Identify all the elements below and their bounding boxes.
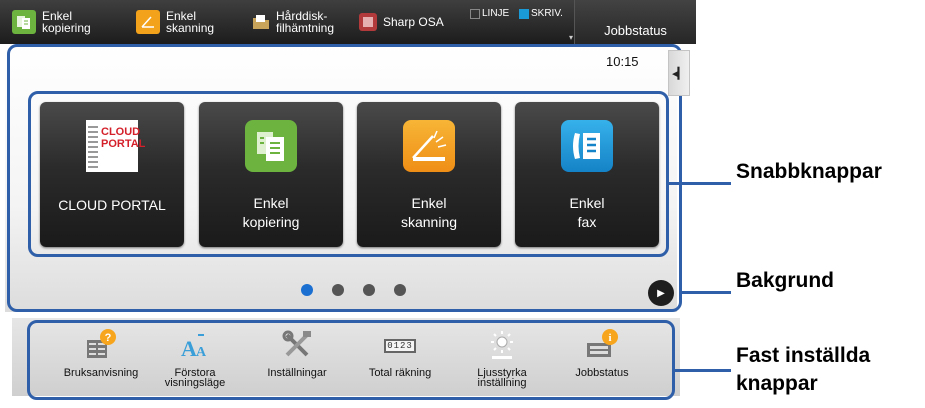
page-dot[interactable] xyxy=(301,284,313,296)
topbar-simple-copy[interactable]: Enkel kopiering xyxy=(12,0,91,44)
topbar-simple-copy-label: Enkel kopiering xyxy=(42,9,91,35)
line-indicator: LINJE xyxy=(470,8,509,19)
line-indicator-label: LINJE xyxy=(482,8,510,19)
clock: 10:15 xyxy=(606,54,639,69)
folder-icon xyxy=(252,10,270,34)
control-panel-screen: Enkel kopiering Enkel skanning Hårddisk-… xyxy=(0,0,696,408)
side-panel-toggle[interactable]: ◂▎ xyxy=(668,50,690,96)
fixed-buttons-highlight-frame xyxy=(27,320,675,400)
topbar-hdd-file-retrieval[interactable]: Hårddisk- filhämtning xyxy=(252,0,334,44)
topbar-hdd-file-retrieval-label: Hårddisk- filhämtning xyxy=(276,9,335,35)
topbar-simple-scan-label: Enkel skanning xyxy=(166,9,215,35)
osa-icon xyxy=(359,13,377,31)
callout-fixed-buttons: Fast inställda knappar xyxy=(736,344,871,395)
callout-background: Bakgrund xyxy=(736,269,835,292)
page-dot[interactable] xyxy=(363,284,375,296)
topbar-sharp-osa-label: Sharp OSA xyxy=(383,15,444,29)
collapse-arrow-icon: ◂▎ xyxy=(672,67,686,80)
print-indicator-lamp xyxy=(519,8,529,19)
callout-line-quick xyxy=(669,182,731,185)
job-status-label: Jobbstatus xyxy=(604,23,667,38)
top-bar: Enkel kopiering Enkel skanning Hårddisk-… xyxy=(0,0,696,44)
dropdown-corner-icon: ▾ xyxy=(569,33,574,42)
scan-icon xyxy=(136,10,160,34)
quick-buttons-highlight-frame xyxy=(28,91,669,257)
topbar-simple-scan[interactable]: Enkel skanning xyxy=(136,0,214,44)
page-dot[interactable] xyxy=(332,284,344,296)
topbar-sharp-osa[interactable]: Sharp OSA xyxy=(359,0,444,44)
callout-line-background xyxy=(682,291,731,294)
play-arrow-icon: ▶ xyxy=(657,287,665,299)
print-indicator-label: SKRIV. xyxy=(531,8,563,19)
print-indicator: SKRIV. xyxy=(519,8,563,19)
job-status-button[interactable]: Jobbstatus xyxy=(574,0,696,44)
page-dot[interactable] xyxy=(394,284,406,296)
callout-line-fixed xyxy=(675,369,731,372)
next-page-button[interactable]: ▶ xyxy=(648,280,674,306)
callout-quick-buttons: Snabbknappar xyxy=(736,160,882,183)
copy-icon xyxy=(12,10,36,34)
line-indicator-lamp xyxy=(470,8,480,19)
